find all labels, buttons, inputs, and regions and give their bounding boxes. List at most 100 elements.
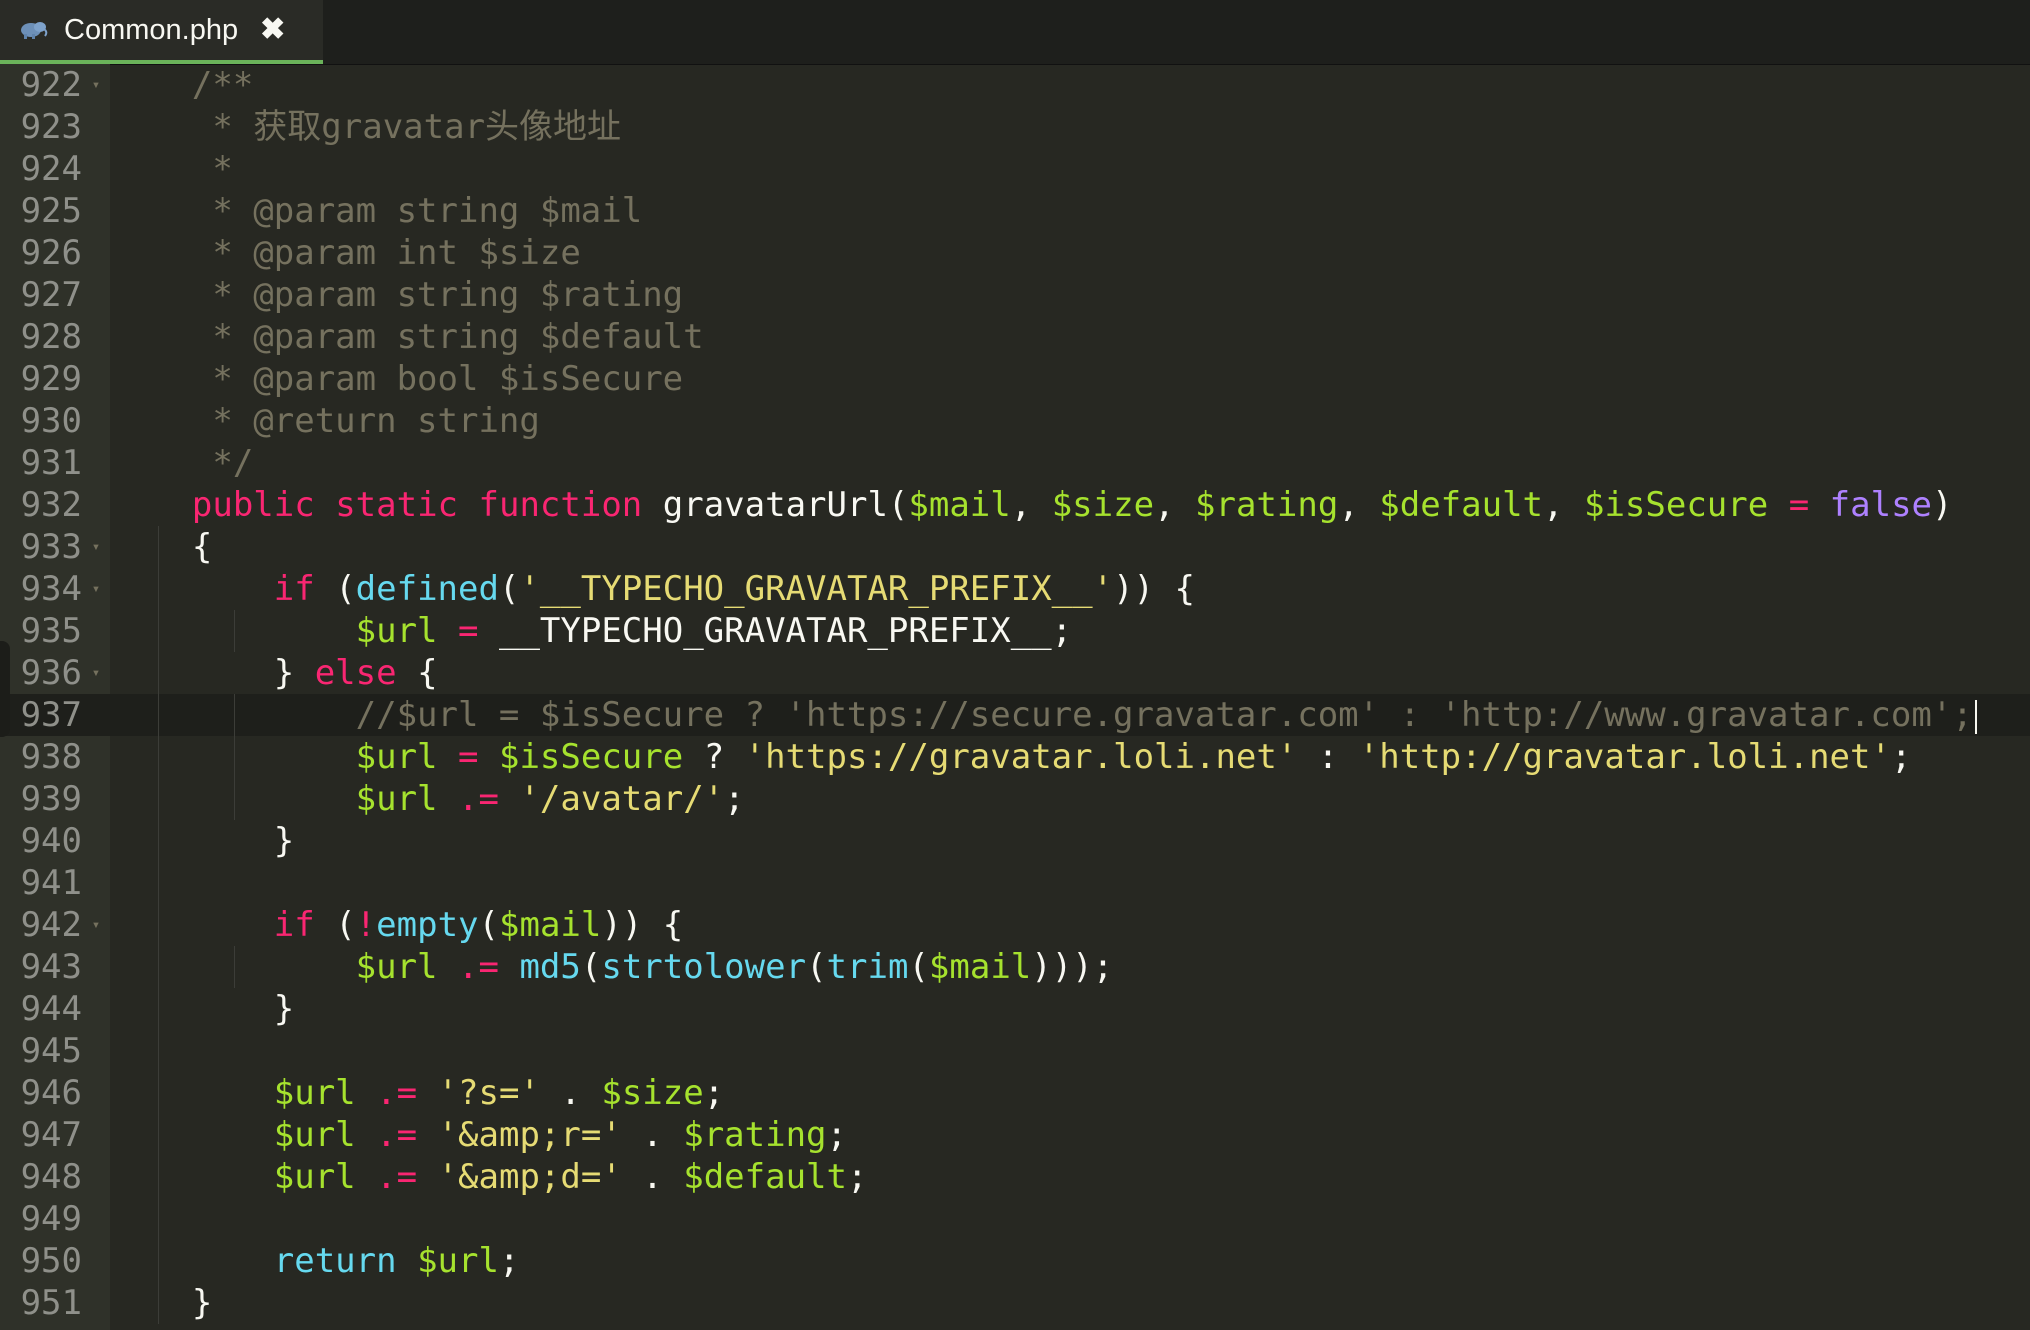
code-token: ( <box>314 569 356 609</box>
fold-arrow-icon[interactable]: ▾ <box>88 582 104 596</box>
code-line[interactable]: * @param string $mail <box>110 190 2030 232</box>
code-token: md5 <box>519 947 581 987</box>
code-line[interactable] <box>110 862 2030 904</box>
line-number-text: 938 <box>20 737 82 777</box>
code-line[interactable]: return $url; <box>110 1240 2030 1282</box>
text-cursor <box>1974 699 1977 734</box>
code-token: $size <box>1051 485 1155 525</box>
code-token: $default <box>683 1157 847 1197</box>
code-line[interactable]: * <box>110 148 2030 190</box>
code-token: ; <box>498 1241 520 1281</box>
fold-arrow-icon[interactable]: ▾ <box>88 540 104 554</box>
code-line[interactable]: } <box>110 820 2030 862</box>
code-token: . <box>621 1157 684 1197</box>
code-token: */ <box>110 443 254 483</box>
code-line[interactable]: /** <box>110 64 2030 106</box>
code-line[interactable]: } else { <box>110 652 2030 694</box>
indent-guide <box>158 652 159 694</box>
code-token: } <box>110 1283 213 1323</box>
code-line[interactable]: */ <box>110 442 2030 484</box>
code-token: ; <box>724 779 745 819</box>
line-number-text: 947 <box>20 1115 82 1155</box>
code-line[interactable]: if (defined('__TYPECHO_GRAVATAR_PREFIX__… <box>110 568 2030 610</box>
code-line[interactable]: $url .= '?s=' . $size; <box>110 1072 2030 1114</box>
code-token: '__TYPECHO_GRAVATAR_PREFIX__' <box>519 569 1114 609</box>
line-number: 949 <box>0 1198 110 1240</box>
code-line[interactable]: $url .= '&amp;r=' . $rating; <box>110 1114 2030 1156</box>
code-line[interactable]: $url .= '/avatar/'; <box>110 778 2030 820</box>
indent-guide <box>234 736 235 778</box>
close-icon[interactable]: ✖ <box>260 15 285 45</box>
line-number: 940 <box>0 820 110 862</box>
line-number: 935 <box>0 610 110 652</box>
code-line[interactable]: //$url = $isSecure ? 'https://secure.gra… <box>110 694 2030 736</box>
code-line[interactable]: * @param int $size <box>110 232 2030 274</box>
line-number: 927 <box>0 274 110 316</box>
code-token: ; <box>1890 737 1912 777</box>
code-line[interactable]: * @return string <box>110 400 2030 442</box>
line-number-text: 946 <box>20 1073 82 1113</box>
sidebar-resize-handle[interactable] <box>0 641 10 737</box>
code-token: ; <box>703 1073 725 1113</box>
code-line[interactable]: $url = __TYPECHO_GRAVATAR_PREFIX__; <box>110 610 2030 652</box>
code-line[interactable]: * @param bool $isSecure <box>110 358 2030 400</box>
tab-common-php[interactable]: Common.php ✖ <box>0 0 323 64</box>
code-area[interactable]: /** * 获取gravatar头像地址 * * @param string $… <box>110 64 2030 1330</box>
line-number: 929 <box>0 358 110 400</box>
code-editor-window: Common.php ✖ 922 ▾ 923 924 925 926 927 928 929 93… <box>0 0 2030 1330</box>
line-number: 947 <box>0 1114 110 1156</box>
line-number: 937 <box>0 694 110 736</box>
code-token: defined <box>355 569 499 609</box>
line-number-text: 924 <box>20 149 82 189</box>
code-token: ! <box>355 905 377 945</box>
fold-arrow-icon[interactable]: ▾ <box>88 78 104 92</box>
code-line[interactable]: * 获取gravatar头像地址 <box>110 106 2030 148</box>
code-token: $size <box>601 1073 704 1113</box>
indent-guide <box>158 694 159 736</box>
line-number: 930 <box>0 400 110 442</box>
code-token: ; <box>826 1115 848 1155</box>
fold-arrow-icon[interactable]: ▾ <box>88 666 104 680</box>
line-number: 942 ▾ <box>0 904 110 946</box>
code-line[interactable] <box>110 1030 2030 1072</box>
code-token: . <box>539 1073 602 1113</box>
code-line[interactable]: public static function gravatarUrl($mail… <box>110 484 2030 526</box>
fold-arrow-icon[interactable]: ▾ <box>88 918 104 932</box>
code-line[interactable]: * @param string $rating <box>110 274 2030 316</box>
code-token: .= <box>376 1115 418 1155</box>
code-token: .= <box>376 1157 418 1197</box>
code-token: : <box>1297 737 1359 777</box>
code-line[interactable]: { <box>110 526 2030 568</box>
indent-guide <box>158 610 159 652</box>
code-line[interactable]: $url = $isSecure ? 'https://gravatar.lol… <box>110 736 2030 778</box>
line-number: 934 ▾ <box>0 568 110 610</box>
indent-guide <box>234 778 235 820</box>
code-line[interactable]: $url .= '&amp;d=' . $default; <box>110 1156 2030 1198</box>
code-line[interactable]: } <box>110 1282 2030 1324</box>
line-number-text: 926 <box>20 233 82 273</box>
code-token: .= <box>376 1073 418 1113</box>
indent-guide <box>234 610 235 652</box>
editor-pane[interactable]: 922 ▾ 923 924 925 926 927 928 929 930 931 932 933 ▾ 93… <box>0 64 2030 1330</box>
code-line[interactable]: if (!empty($mail)) { <box>110 904 2030 946</box>
code-line[interactable]: * @param string $default <box>110 316 2030 358</box>
code-line[interactable] <box>110 1198 2030 1240</box>
code-line[interactable]: $url .= md5(strtolower(trim($mail))); <box>110 946 2030 988</box>
line-number: 946 <box>0 1072 110 1114</box>
line-number-text: 937 <box>20 695 82 735</box>
code-line[interactable]: } <box>110 988 2030 1030</box>
line-number-text: 934 <box>20 569 82 609</box>
tab-bar: Common.php ✖ <box>0 0 2030 65</box>
code-token: trim <box>826 947 909 987</box>
